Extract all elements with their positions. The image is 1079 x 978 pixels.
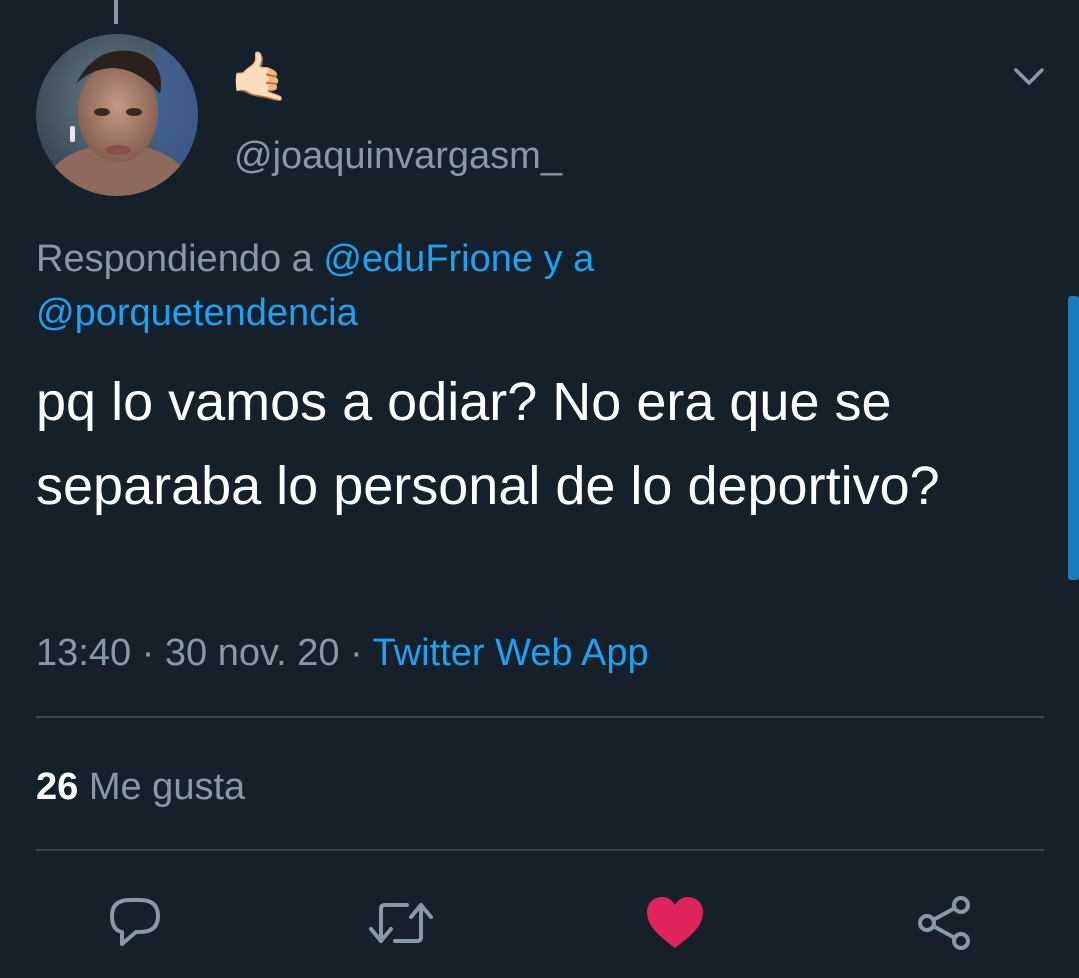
tweet-date: 30 nov. 20 xyxy=(164,632,340,674)
likes-label: Me gusta xyxy=(78,766,246,808)
replying-to-prefix: Respondiendo a xyxy=(36,238,324,280)
chevron-down-icon[interactable] xyxy=(1008,58,1050,94)
retweet-icon xyxy=(367,895,435,956)
heart-icon xyxy=(645,896,705,955)
username[interactable]: @joaquinvargasm_ xyxy=(234,133,562,179)
scrollbar-thumb[interactable] xyxy=(1068,296,1079,580)
divider xyxy=(36,849,1044,851)
reply-icon xyxy=(106,896,164,955)
tweet-text: pq lo vamos a odiar? No era que se separ… xyxy=(36,372,940,516)
divider xyxy=(36,716,1044,718)
tweet-source-link[interactable]: Twitter Web App xyxy=(373,632,649,674)
display-name-emoji[interactable]: 🤙🏻 xyxy=(230,50,290,106)
share-icon xyxy=(915,893,975,958)
likes-summary[interactable]: 26 Me gusta xyxy=(36,760,245,814)
tweet-metadata: 13:40 · 30 nov. 20 · Twitter Web App xyxy=(36,626,649,680)
retweet-button[interactable] xyxy=(367,894,435,956)
likes-count: 26 xyxy=(36,766,79,808)
mention-link-porquetendencia[interactable]: @porquetendencia xyxy=(36,292,358,334)
replying-to-line: Respondiendo a @eduFrione y a @porqueten… xyxy=(36,232,1036,340)
share-button[interactable] xyxy=(914,894,976,956)
thread-connector-line xyxy=(114,0,118,24)
reply-button[interactable] xyxy=(104,894,166,956)
avatar[interactable] xyxy=(36,34,198,196)
tweet-time: 13:40 xyxy=(36,632,132,674)
like-button[interactable] xyxy=(644,894,706,956)
mention-link-edufrione[interactable]: @eduFrione xyxy=(323,238,533,280)
meta-separator: · xyxy=(131,632,165,674)
tweet-detail-screen: 🤙🏻 @joaquinvargasm_ Respondiendo a @eduF… xyxy=(0,0,1079,978)
replying-to-joiner: y a xyxy=(533,238,595,280)
meta-separator: · xyxy=(339,632,373,674)
